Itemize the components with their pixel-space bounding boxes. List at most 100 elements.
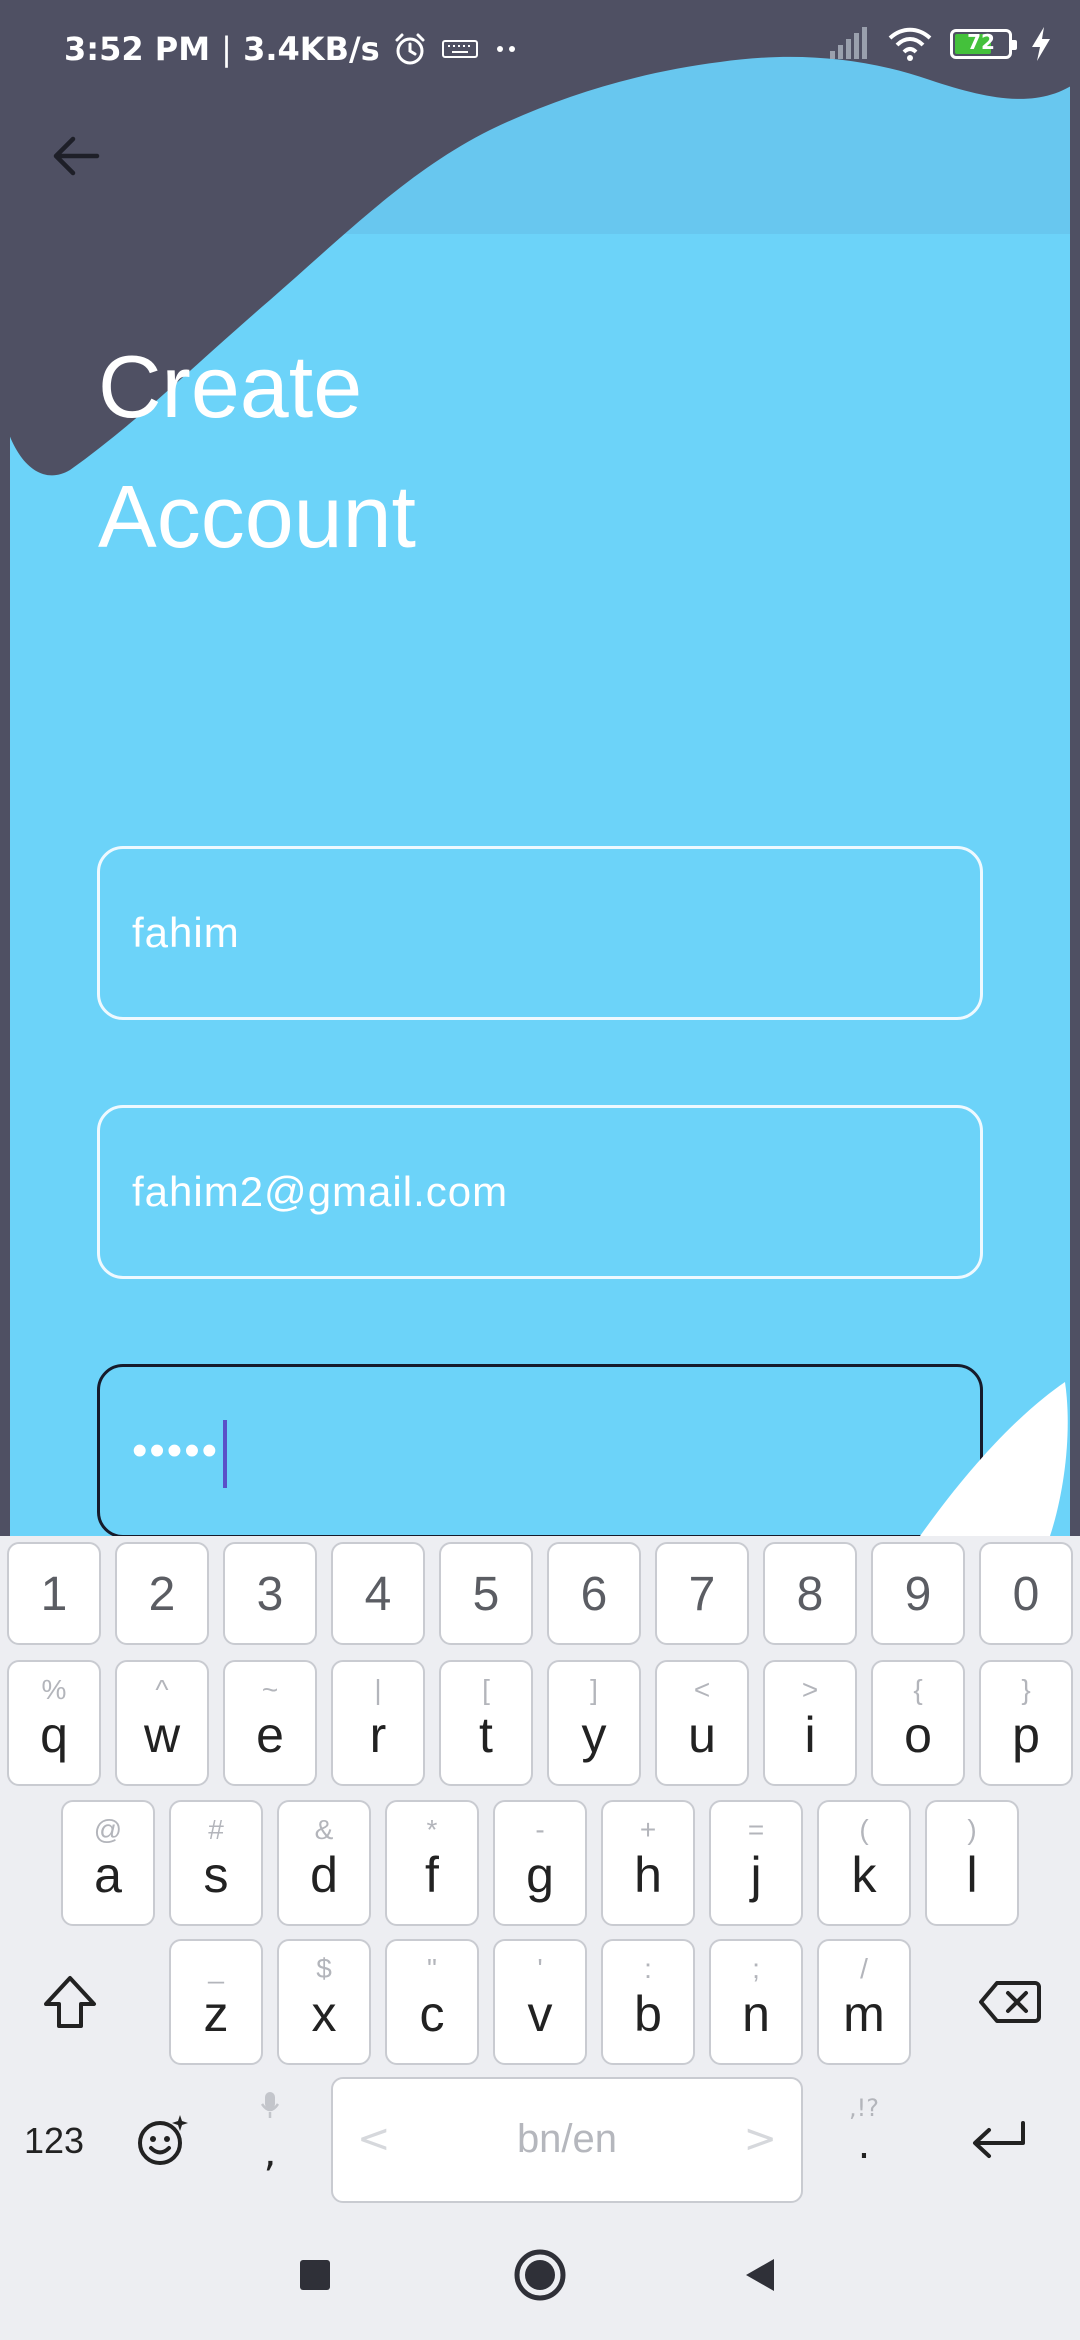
key-j[interactable]: = j bbox=[709, 1800, 803, 1926]
enter-key[interactable] bbox=[945, 2078, 1053, 2204]
key-label: 5 bbox=[472, 1568, 500, 1621]
key-o[interactable]: {o bbox=[871, 1660, 965, 1786]
key-secondary-label: } bbox=[1021, 1674, 1031, 1705]
key-9[interactable]: 9 bbox=[871, 1542, 965, 1645]
key-f[interactable]: * f bbox=[385, 1800, 479, 1926]
comma-key[interactable]: , bbox=[216, 2078, 324, 2204]
app-screen: 3:52 PM | 3.4KB/s 72 Create Account fahi… bbox=[0, 0, 1080, 1536]
key-secondary-label: * bbox=[426, 1814, 438, 1845]
key-label: j bbox=[750, 1847, 762, 1903]
key-c[interactable]: " c bbox=[385, 1939, 479, 2065]
key-n[interactable]: ; n bbox=[709, 1939, 803, 2065]
key-label: f bbox=[425, 1847, 439, 1903]
battery-tip bbox=[1012, 40, 1017, 50]
signal-icon bbox=[830, 27, 867, 59]
mic-icon bbox=[260, 2092, 280, 2118]
title-line-2: Account bbox=[98, 467, 416, 566]
key-7[interactable]: 7 bbox=[655, 1542, 749, 1645]
shift-icon bbox=[44, 1976, 96, 2028]
right-edge-strip bbox=[1070, 0, 1080, 1536]
page-title: Create Account bbox=[98, 322, 416, 582]
key-secondary-label: [ bbox=[482, 1674, 490, 1705]
space-key[interactable]: < bn/en > bbox=[331, 2077, 803, 2203]
left-edge-strip bbox=[0, 0, 10, 1536]
battery-level: 72 bbox=[967, 30, 995, 54]
key-label: g bbox=[526, 1847, 554, 1903]
key-label: e bbox=[256, 1707, 284, 1763]
key-r[interactable]: | r bbox=[331, 1660, 425, 1786]
key-y[interactable]: ] y bbox=[547, 1660, 641, 1786]
key-label: k bbox=[851, 1847, 877, 1903]
status-right-group: 72 bbox=[828, 26, 1052, 62]
key-0[interactable]: 0 bbox=[979, 1542, 1073, 1645]
navigation-bar bbox=[0, 2210, 1080, 2340]
key-v[interactable]: ' v bbox=[493, 1939, 587, 2065]
key-x[interactable]: $ x bbox=[277, 1939, 371, 2065]
period-key[interactable]: ,!?. bbox=[810, 2078, 918, 2204]
back-triangle-icon bbox=[746, 2259, 774, 2291]
key-label: t bbox=[479, 1707, 493, 1763]
key-8[interactable]: 8 bbox=[763, 1542, 857, 1645]
home-button[interactable] bbox=[505, 2240, 575, 2310]
wifi-icon bbox=[888, 27, 932, 61]
password-field[interactable]: ••••• bbox=[97, 1364, 983, 1536]
recents-button[interactable] bbox=[280, 2240, 350, 2310]
emoji-key[interactable] bbox=[108, 2078, 216, 2204]
key-e[interactable]: ~ e bbox=[223, 1660, 317, 1786]
key-s[interactable]: # s bbox=[169, 1800, 263, 1926]
shift-key[interactable] bbox=[20, 1939, 120, 2065]
key-label: u bbox=[688, 1707, 716, 1763]
key-label: n bbox=[742, 1986, 770, 2042]
nav-back-button[interactable] bbox=[725, 2240, 795, 2310]
key-secondary-label: ' bbox=[537, 1953, 543, 1984]
keyboard-icon bbox=[441, 40, 478, 58]
key-d[interactable]: & d bbox=[277, 1800, 371, 1926]
key-6[interactable]: 6 bbox=[547, 1542, 641, 1645]
key-k[interactable]: (k bbox=[817, 1800, 911, 1926]
key-3[interactable]: 3 bbox=[223, 1542, 317, 1645]
key-label: h bbox=[634, 1847, 662, 1903]
key-label: 6 bbox=[580, 1568, 608, 1621]
emoji-icon bbox=[138, 2115, 188, 2165]
backspace-icon bbox=[979, 1981, 1041, 2023]
key-w[interactable]: ^ w bbox=[115, 1660, 209, 1786]
key-label: z bbox=[203, 1986, 229, 2042]
key-z[interactable]: _ z bbox=[169, 1939, 263, 2065]
backspace-key[interactable] bbox=[960, 1939, 1060, 2065]
key-t[interactable]: [t bbox=[439, 1660, 533, 1786]
key-5[interactable]: 5 bbox=[439, 1542, 533, 1645]
key-secondary-label: $ bbox=[316, 1953, 332, 1984]
key-secondary-label: ~ bbox=[261, 1674, 279, 1705]
more-dots-icon bbox=[497, 46, 516, 52]
key-label: i bbox=[804, 1707, 816, 1763]
symbols-key[interactable]: 123 bbox=[0, 2078, 108, 2204]
period-label: . bbox=[857, 2122, 871, 2168]
key-label: o bbox=[904, 1707, 932, 1763]
key-1[interactable]: 1 bbox=[7, 1542, 101, 1645]
comma-label: , bbox=[263, 2130, 277, 2176]
key-label: 2 bbox=[148, 1568, 176, 1621]
back-button[interactable] bbox=[40, 120, 112, 192]
name-field[interactable]: fahim bbox=[97, 846, 983, 1020]
key-secondary-label: " bbox=[427, 1953, 437, 1984]
key-p[interactable]: } p bbox=[979, 1660, 1073, 1786]
key-u[interactable]: < u bbox=[655, 1660, 749, 1786]
key-g[interactable]: -g bbox=[493, 1800, 587, 1926]
key-4[interactable]: 4 bbox=[331, 1542, 425, 1645]
key-label: x bbox=[311, 1986, 337, 2042]
key-m[interactable]: / m bbox=[817, 1939, 911, 2065]
key-i[interactable]: > i bbox=[763, 1660, 857, 1786]
key-l[interactable]: ) l bbox=[925, 1800, 1019, 1926]
email-field[interactable]: fahim2@gmail.com bbox=[97, 1105, 983, 1279]
key-2[interactable]: 2 bbox=[115, 1542, 209, 1645]
key-h[interactable]: + h bbox=[601, 1800, 695, 1926]
key-label: d bbox=[310, 1847, 338, 1903]
decorative-white-wave bbox=[920, 1382, 1068, 1536]
key-label: v bbox=[527, 1986, 553, 2042]
key-label: m bbox=[843, 1986, 885, 2042]
key-b[interactable]: :b bbox=[601, 1939, 695, 2065]
key-label: y bbox=[581, 1707, 607, 1763]
key-q[interactable]: % q bbox=[7, 1660, 101, 1786]
key-label: 8 bbox=[796, 1568, 824, 1621]
key-a[interactable]: @ a bbox=[61, 1800, 155, 1926]
